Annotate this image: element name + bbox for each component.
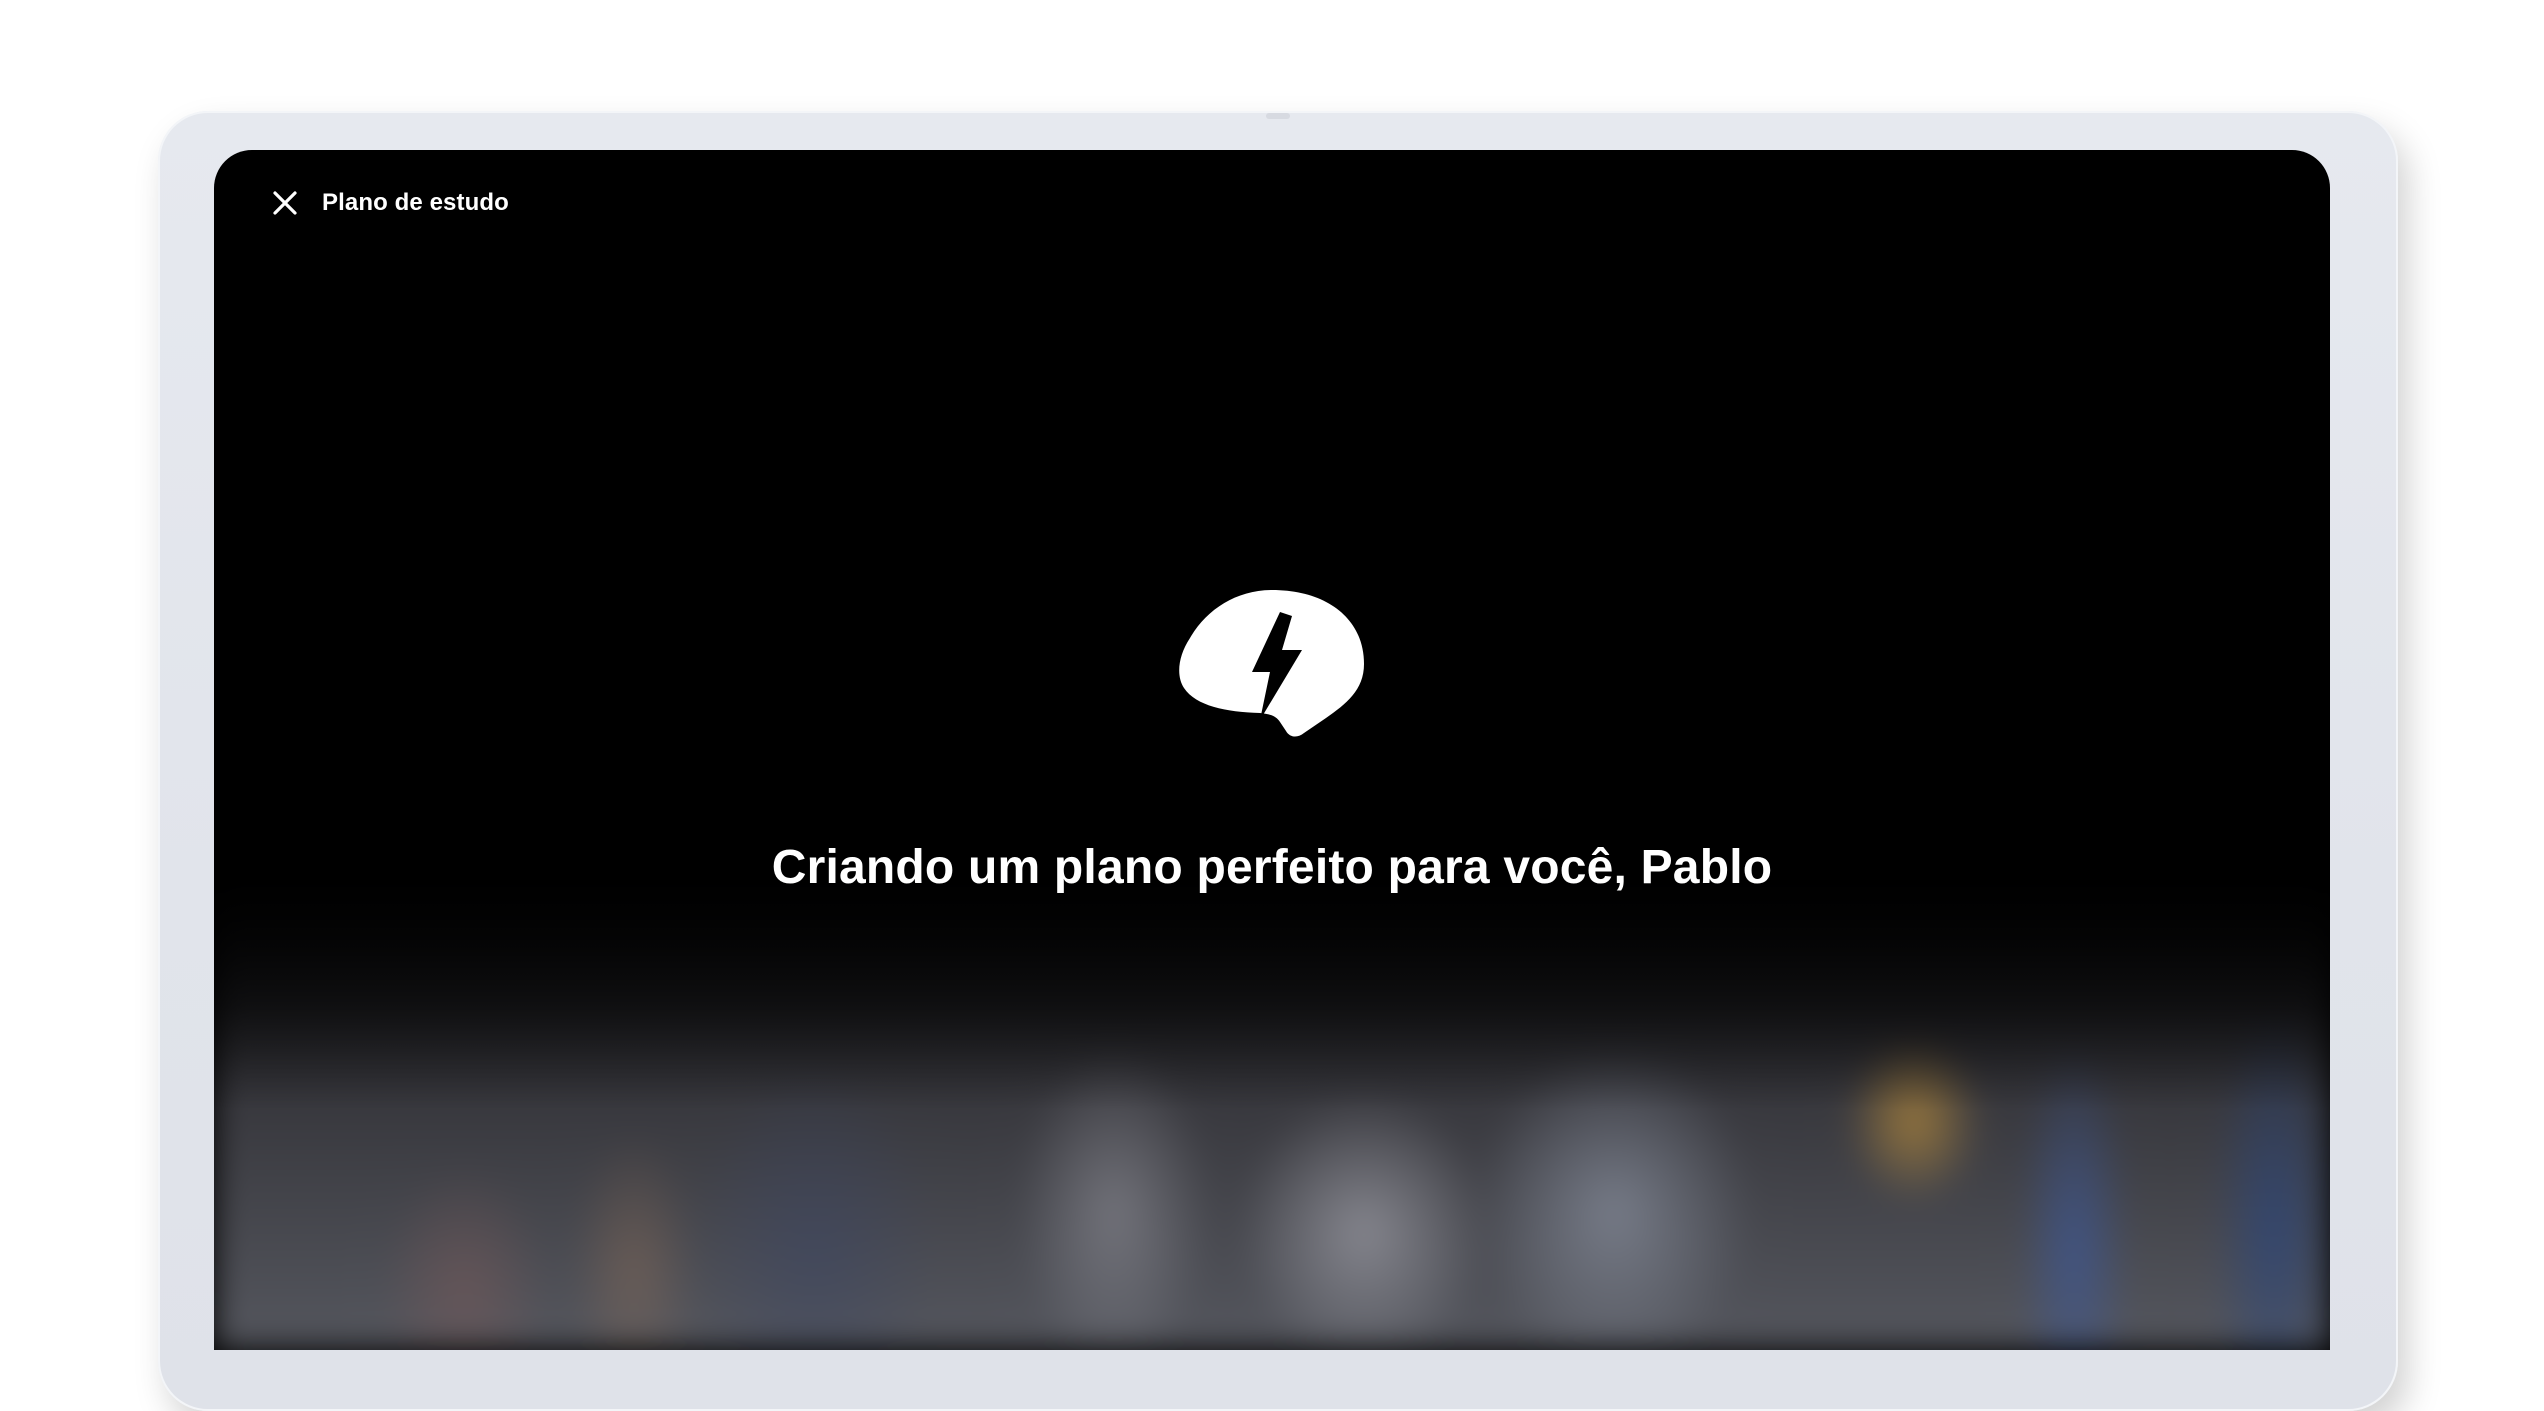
top-bar: Plano de estudo	[270, 186, 509, 220]
app-screen: Plano de estudo Criando um plano perfeit…	[214, 150, 2330, 1350]
close-icon	[273, 191, 297, 215]
page-title: Plano de estudo	[322, 189, 509, 216]
close-button[interactable]	[270, 188, 300, 218]
headline: Criando um plano perfeito para você, Pab…	[771, 841, 1773, 894]
lightning-speech-bubble-icon	[1176, 582, 1368, 746]
